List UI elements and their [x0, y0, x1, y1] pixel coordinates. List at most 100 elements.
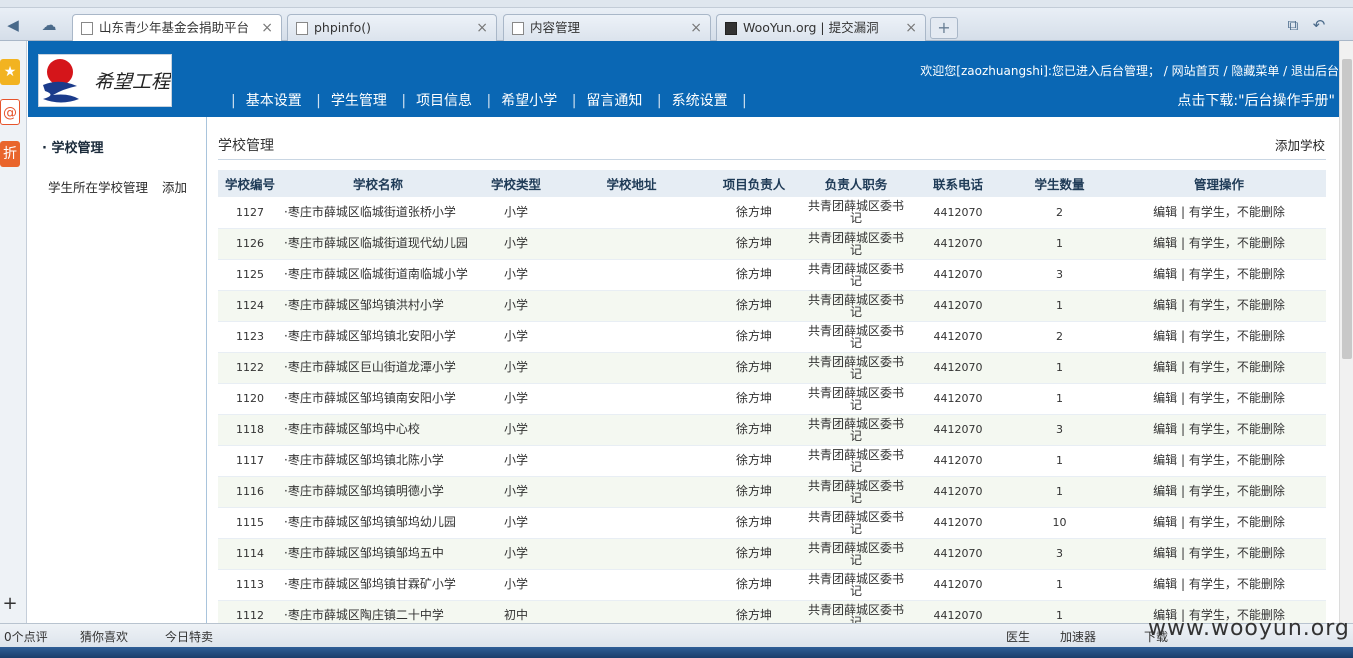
school-address — [558, 321, 705, 353]
student-count: 1 — [1007, 228, 1112, 260]
row-actions[interactable]: 编辑 | 有学生，不能删除 — [1112, 352, 1326, 384]
column-header: 项目负责人 — [705, 170, 803, 197]
row-actions[interactable]: 编辑 | 有学生，不能删除 — [1112, 290, 1326, 322]
scrollbar[interactable] — [1339, 41, 1353, 623]
school-type: 小学 — [474, 569, 558, 601]
phone-number: 4412070 — [909, 321, 1007, 353]
manager-title: 共青团薛城区委书记 — [803, 228, 909, 260]
download-manual-link[interactable]: 点击下载:"后台操作手册" — [1177, 90, 1335, 110]
star-icon[interactable]: ★ — [0, 59, 20, 85]
school-type: 初中 — [474, 600, 558, 623]
student-count: 1 — [1007, 476, 1112, 508]
browser-bookmarks-strip — [0, 0, 1353, 8]
browser-tab[interactable]: 山东青少年基金会捐助平台 × — [72, 14, 282, 42]
column-header: 负责人职务 — [803, 170, 909, 197]
table-row: 1120 ·枣庄市薛城区邹坞镇南安阳小学 小学 徐方坤 共青团薛城区委书记 4412070… — [218, 383, 1326, 415]
row-actions[interactable]: 编辑 | 有学生，不能删除 — [1112, 507, 1326, 539]
project-manager: 徐方坤 — [705, 600, 803, 623]
row-actions[interactable]: 编辑 | 有学生，不能删除 — [1112, 259, 1326, 291]
discount-icon[interactable]: 折 — [0, 141, 20, 167]
close-tab-icon[interactable]: × — [476, 15, 488, 41]
page-icon — [296, 22, 308, 35]
student-count: 3 — [1007, 414, 1112, 446]
table-header-row: 学校编号 学校名称 学校类型 学校地址 项目负责人 负责人职务 联系电话 学生数量 管理操作 — [218, 170, 1326, 197]
school-management-link[interactable]: 学生所在学校管理 — [48, 180, 148, 195]
school-name: ·枣庄市薛城区邹坞镇邹坞幼儿园 — [282, 507, 474, 539]
school-name: ·枣庄市薛城区邹坞镇北陈小学 — [282, 445, 474, 477]
back-arrow-icon[interactable]: ◀ — [0, 14, 26, 36]
project-manager: 徐方坤 — [705, 290, 803, 322]
close-tab-icon[interactable]: × — [690, 15, 702, 41]
row-actions[interactable]: 编辑 | 有学生，不能删除 — [1112, 414, 1326, 446]
row-actions[interactable]: 编辑 | 有学生，不能删除 — [1112, 321, 1326, 353]
close-tab-icon[interactable]: × — [261, 15, 273, 41]
nav-hope-school[interactable]: 希望小学 — [501, 93, 557, 109]
scrollbar-thumb[interactable] — [1342, 59, 1352, 359]
tab-title: phpinfo() — [314, 20, 371, 35]
comments-status[interactable]: 0个点评 — [4, 628, 48, 645]
row-actions[interactable]: 编辑 | 有学生，不能删除 — [1112, 445, 1326, 477]
school-type: 小学 — [474, 259, 558, 291]
tab-title: 山东青少年基金会捐助平台 — [99, 20, 250, 35]
mail-icon[interactable]: @ — [0, 99, 20, 125]
school-address — [558, 476, 705, 508]
school-id: 1117 — [218, 445, 282, 477]
school-type: 小学 — [474, 538, 558, 570]
close-tab-icon[interactable]: × — [905, 15, 917, 41]
welcome-links[interactable]: 欢迎您[zaozhuangshi]:您已进入后台管理； / 网站首页 / 隐藏菜… — [920, 62, 1339, 79]
sidebar: · 学校管理 学生所在学校管理 添加 — [28, 117, 207, 623]
browser-tab[interactable]: 内容管理 × — [503, 14, 711, 41]
school-address — [558, 569, 705, 601]
cloud-icon[interactable]: ☁ — [36, 14, 62, 36]
column-header: 管理操作 — [1112, 170, 1326, 197]
row-actions[interactable]: 编辑 | 有学生，不能删除 — [1112, 476, 1326, 508]
new-tab-button[interactable]: + — [930, 17, 958, 39]
table-row: 1122 ·枣庄市薛城区巨山街道龙潭小学 小学 徐方坤 共青团薛城区委书记 4412070… — [218, 352, 1326, 384]
column-header: 学校类型 — [474, 170, 558, 197]
school-type: 小学 — [474, 383, 558, 415]
nav-student-management[interactable]: 学生管理 — [331, 93, 387, 109]
nav-project-info[interactable]: 项目信息 — [416, 93, 472, 109]
doctor-button[interactable]: 医生 — [1006, 628, 1030, 645]
nav-system-settings[interactable]: 系统设置 — [672, 93, 728, 109]
hope-project-logo: 希望工程 — [38, 54, 173, 107]
nav-messages[interactable]: 留言通知 — [586, 93, 642, 109]
browser-tab-bar: ◀ ☁ 山东青少年基金会捐助平台 × phpinfo() × 内容管理 × WooYun.o… — [0, 8, 1353, 42]
row-actions[interactable]: 编辑 | 有学生，不能删除 — [1112, 569, 1326, 601]
school-name: ·枣庄市薛城区陶庄镇二十中学 — [282, 600, 474, 623]
school-name: ·枣庄市薛城区邹坞中心校 — [282, 414, 474, 446]
manager-title: 共青团薛城区委书记 — [803, 290, 909, 322]
school-address — [558, 228, 705, 260]
accelerator-button[interactable]: 加速器 — [1060, 628, 1096, 645]
guess-you-like[interactable]: 猜你喜欢 — [80, 628, 128, 645]
manager-title: 共青团薛城区委书记 — [803, 507, 909, 539]
nav-basic-settings[interactable]: 基本设置 — [246, 93, 302, 109]
add-school-button[interactable]: 添加学校 — [1275, 135, 1325, 154]
add-link[interactable]: 添加 — [162, 180, 187, 195]
school-id: 1122 — [218, 352, 282, 384]
school-name: ·枣庄市薛城区邹坞镇明德小学 — [282, 476, 474, 508]
student-count: 1 — [1007, 290, 1112, 322]
row-actions[interactable]: 编辑 | 有学生，不能删除 — [1112, 228, 1326, 260]
project-manager: 徐方坤 — [705, 538, 803, 570]
browser-tab[interactable]: phpinfo() × — [287, 14, 497, 41]
school-address — [558, 445, 705, 477]
undo-icon[interactable]: ↶ — [1306, 14, 1332, 36]
todays-deals[interactable]: 今日特卖 — [165, 628, 213, 645]
phone-number: 4412070 — [909, 414, 1007, 446]
student-count: 3 — [1007, 259, 1112, 291]
row-actions[interactable]: 编辑 | 有学生，不能删除 — [1112, 197, 1326, 229]
add-icon[interactable]: + — [0, 591, 20, 617]
school-id: 1115 — [218, 507, 282, 539]
phone-number: 4412070 — [909, 600, 1007, 623]
browser-tab[interactable]: WooYun.org | 提交漏洞 × — [716, 14, 926, 41]
window-icon[interactable]: ⧉ — [1280, 14, 1306, 36]
school-address — [558, 259, 705, 291]
student-count: 1 — [1007, 352, 1112, 384]
row-actions[interactable]: 编辑 | 有学生，不能删除 — [1112, 538, 1326, 570]
school-address — [558, 538, 705, 570]
table-row: 1113 ·枣庄市薛城区邹坞镇甘霖矿小学 小学 徐方坤 共青团薛城区委书记 4412070… — [218, 569, 1326, 601]
phone-number: 4412070 — [909, 197, 1007, 229]
row-actions[interactable]: 编辑 | 有学生，不能删除 — [1112, 383, 1326, 415]
project-manager: 徐方坤 — [705, 228, 803, 260]
